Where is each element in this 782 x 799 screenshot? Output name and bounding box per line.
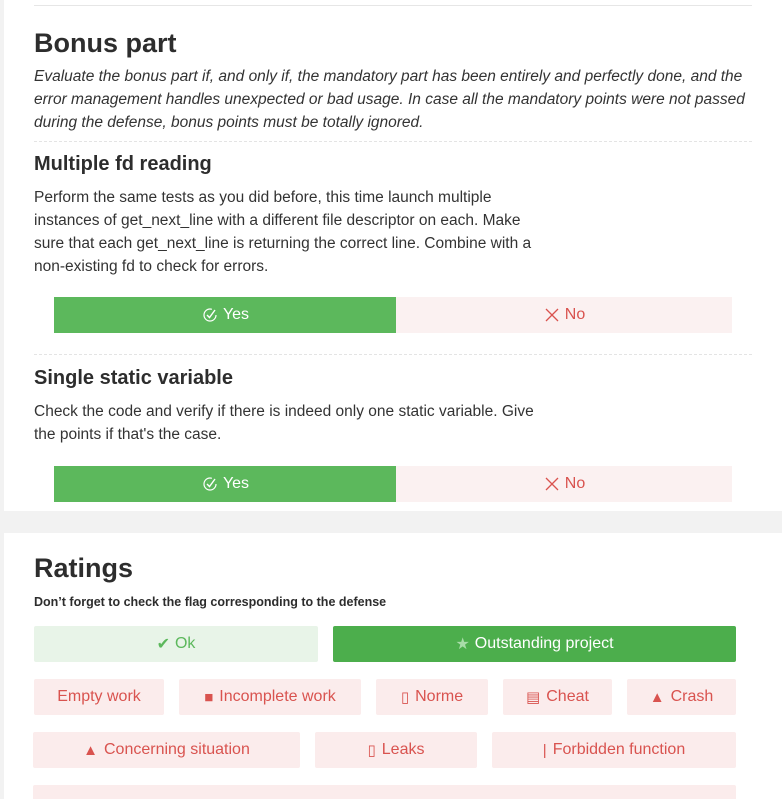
flag-note: Don’t forget to check the flag correspon… — [34, 595, 387, 609]
cheat-label: Cheat — [546, 688, 589, 705]
yes-button[interactable]: Yes — [54, 297, 396, 333]
divider — [34, 141, 752, 142]
copy-icon: ▤ — [526, 689, 541, 706]
no-label: No — [564, 306, 586, 323]
ok-flag-button[interactable]: ✔ Ok — [34, 626, 318, 662]
check-icon: ✔ — [156, 636, 170, 653]
warning-icon: ▲ — [83, 741, 98, 759]
bonus-card: Bonus part Evaluate the bonus part if, a… — [4, 0, 782, 511]
divider — [34, 5, 752, 6]
no-label: No — [564, 475, 586, 492]
yes-no-group-multiple-fd: Yes No — [54, 297, 732, 333]
close-icon — [543, 306, 561, 324]
outstanding-flag-button[interactable]: ★ Outstanding project — [333, 626, 736, 662]
outstanding-label: Outstanding project — [474, 635, 614, 652]
norme-label: Norme — [415, 688, 464, 705]
section-title-static-variable: Single static variable — [34, 367, 233, 389]
drop-icon: ▯ — [367, 742, 376, 759]
document-icon: ▯ — [400, 689, 410, 706]
circle-icon: ● — [377, 795, 386, 799]
yes-button[interactable]: Yes — [54, 466, 396, 502]
forbidden-icon: | — [542, 741, 547, 759]
section-description-multiple-fd: Perform the same tests as you did before… — [34, 189, 532, 275]
yes-no-group-static-variable: Yes No — [54, 466, 732, 502]
additional-flag-button[interactable]: ● — [33, 785, 736, 799]
incomplete-work-label: Incomplete work — [219, 688, 336, 705]
bonus-intro: Evaluate the bonus part if, and only if,… — [34, 68, 745, 131]
yes-label: Yes — [222, 475, 250, 492]
no-button[interactable]: No — [396, 297, 732, 333]
norme-flag-button[interactable]: ▯ Norme — [376, 679, 488, 715]
concerning-situation-label: Concerning situation — [103, 741, 250, 758]
star-icon: ★ — [455, 636, 470, 653]
check-icon — [201, 475, 219, 493]
crash-flag-button[interactable]: ▲ Crash — [627, 679, 736, 715]
empty-work-label: Empty work — [57, 688, 141, 705]
ok-label: Ok — [174, 635, 196, 652]
empty-work-flag-button[interactable]: Empty work — [34, 679, 164, 715]
incomplete-work-flag-button[interactable]: ■ Incomplete work — [179, 679, 361, 715]
ratings-card: Ratings Don’t forget to check the flag c… — [4, 533, 782, 799]
concerning-situation-flag-button[interactable]: ▲ Concerning situation — [33, 732, 300, 768]
check-icon — [201, 306, 219, 324]
explosion-icon: ▲ — [649, 688, 665, 706]
file-icon: ■ — [204, 688, 214, 706]
crash-label: Crash — [670, 688, 714, 705]
section-title-multiple-fd: Multiple fd reading — [34, 153, 212, 175]
ratings-title: Ratings — [34, 553, 134, 583]
forbidden-function-label: Forbidden function — [552, 741, 686, 758]
cheat-flag-button[interactable]: ▤ Cheat — [503, 679, 612, 715]
forbidden-function-flag-button[interactable]: | Forbidden function — [492, 732, 736, 768]
no-button[interactable]: No — [396, 466, 732, 502]
leaks-flag-button[interactable]: ▯ Leaks — [315, 732, 477, 768]
bonus-title: Bonus part — [34, 28, 177, 58]
leaks-label: Leaks — [381, 741, 425, 758]
divider — [34, 354, 752, 355]
section-description-static-variable: Check the code and verify if there is in… — [34, 403, 534, 443]
yes-label: Yes — [222, 306, 250, 323]
close-icon — [543, 475, 561, 493]
